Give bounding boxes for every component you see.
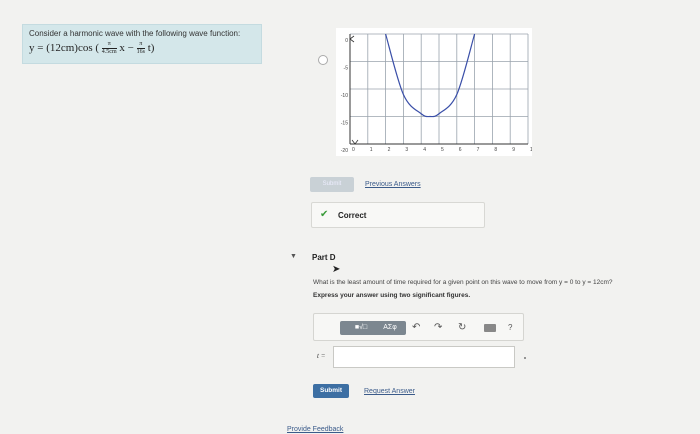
units-dot bbox=[524, 357, 526, 359]
problem-intro: Consider a harmonic wave with the follow… bbox=[29, 29, 241, 38]
undo-icon[interactable]: ↶ bbox=[412, 321, 420, 335]
x-tick-label: 4 bbox=[423, 147, 426, 153]
part-d-instruction: Express your answer using two significan… bbox=[313, 292, 471, 299]
keyboard-icon[interactable] bbox=[484, 324, 496, 332]
help-icon[interactable]: ? bbox=[508, 321, 512, 335]
graph-option-radio[interactable] bbox=[318, 55, 328, 65]
x-tick-label: 1 bbox=[370, 147, 373, 153]
part-d-question: What is the least amount of time require… bbox=[313, 279, 613, 286]
y-tick-label: -20 bbox=[341, 148, 348, 154]
y-tick-label: -5 bbox=[344, 66, 349, 72]
x-tick-label: 9 bbox=[512, 147, 515, 153]
answer-variable-label: t = bbox=[317, 352, 326, 360]
y-tick-label: -15 bbox=[341, 121, 348, 127]
formula-var-t: t) bbox=[147, 42, 155, 55]
provide-feedback-link[interactable]: Provide Feedback bbox=[287, 426, 343, 433]
answer-input[interactable] bbox=[333, 346, 515, 368]
formula-lhs: y = (12cm)cos ( bbox=[29, 42, 100, 55]
collapse-triangle-icon[interactable]: ▼ bbox=[290, 253, 297, 260]
x-tick-label: 5 bbox=[441, 147, 444, 153]
y-tick-label: -10 bbox=[341, 93, 348, 99]
submit-button-disabled: Submit bbox=[310, 177, 354, 192]
symbols-button[interactable]: ΑΣφ bbox=[374, 321, 406, 335]
formula-var-x: x − bbox=[119, 42, 134, 55]
y-tick-label: 0 bbox=[345, 38, 348, 44]
x-tick-label: 10 bbox=[530, 147, 532, 153]
formula-fraction-k: π 4.5cm bbox=[101, 41, 117, 55]
wave-function-formula: y = (12cm)cos ( π 4.5cm x − π 16s t) bbox=[29, 41, 255, 56]
correct-label: Correct bbox=[338, 211, 367, 220]
x-tick-label: 8 bbox=[494, 147, 497, 153]
x-tick-label: 0 bbox=[352, 147, 355, 153]
formula-fraction-omega: π 16s bbox=[136, 41, 145, 55]
redo-icon[interactable]: ↷ bbox=[434, 321, 442, 335]
submit-button[interactable]: Submit bbox=[313, 384, 349, 398]
mouse-cursor-icon: ➤ bbox=[332, 264, 341, 275]
graph-background bbox=[336, 28, 532, 156]
request-answer-link[interactable]: Request Answer bbox=[364, 388, 415, 395]
wave-graph: 0 1 2 3 4 5 6 7 8 9 10 0 -5 -10 -15 -20 bbox=[336, 28, 532, 156]
problem-statement: Consider a harmonic wave with the follow… bbox=[22, 24, 262, 64]
part-d-title[interactable]: Part D bbox=[312, 253, 336, 262]
x-tick-label: 6 bbox=[459, 147, 462, 153]
x-tick-label: 7 bbox=[477, 147, 480, 153]
previous-answers-link[interactable]: Previous Answers bbox=[365, 181, 421, 188]
math-editor-toolbar: ■√□ ΑΣφ ↶ ↷ ↻ ? bbox=[313, 313, 524, 341]
feedback-correct: ✔ Correct bbox=[311, 202, 485, 228]
checkmark-icon: ✔ bbox=[320, 209, 329, 220]
x-tick-label: 2 bbox=[388, 147, 391, 153]
reset-icon[interactable]: ↻ bbox=[458, 321, 466, 335]
x-tick-label: 3 bbox=[405, 147, 408, 153]
